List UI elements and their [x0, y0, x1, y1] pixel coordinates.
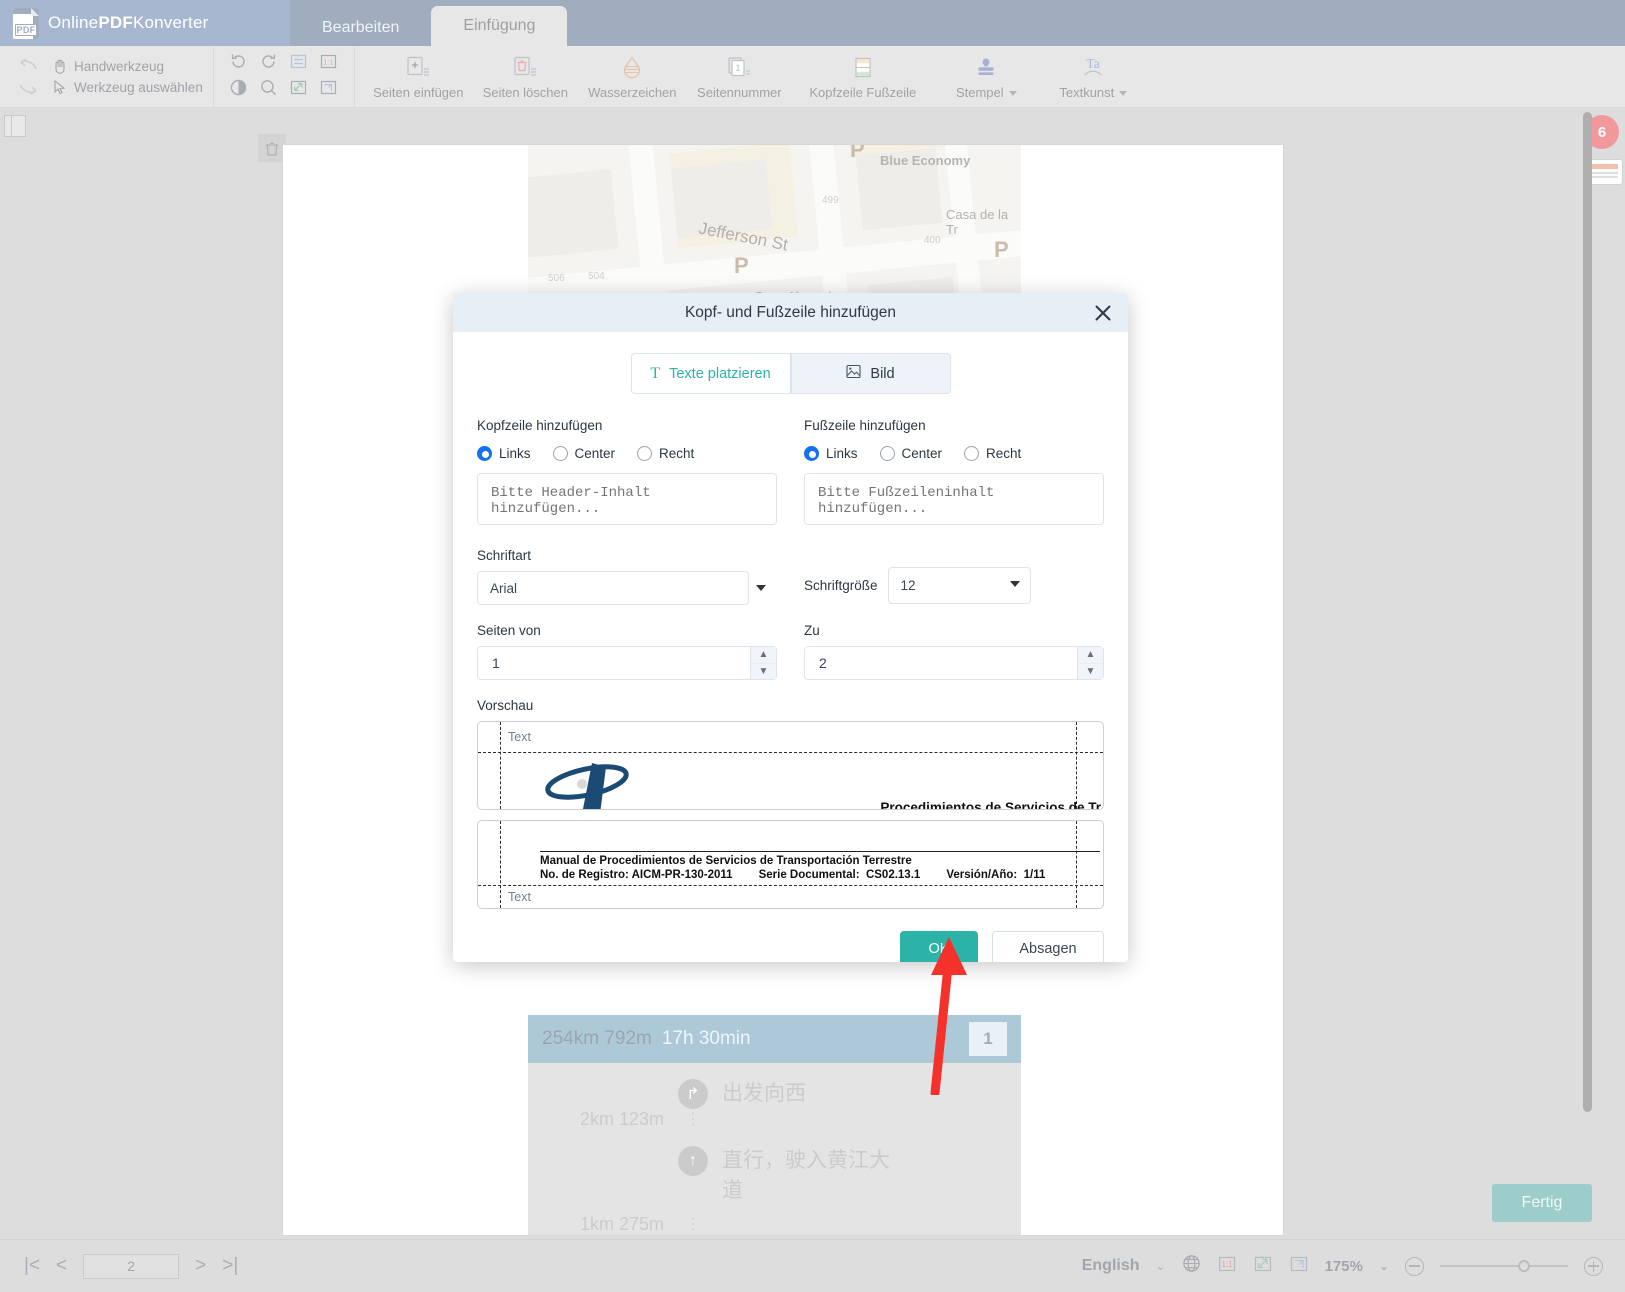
font-size-label: Schriftgröße	[804, 578, 878, 593]
radio-dot[interactable]	[964, 446, 980, 461]
page-range-row: Seiten von ▲▼ Zu ▲▼	[477, 623, 1104, 680]
pages-from-label: Seiten von	[477, 623, 541, 638]
dialog-body: T Texte platzieren Bild Kopfzeile hinzuf…	[453, 332, 1128, 909]
footer-content-input[interactable]	[804, 473, 1104, 525]
app-root: PDF OnlinePDFKonverter Bearbeiten Einfüg…	[0, 0, 1625, 1292]
dialog-actions: OK Absagen	[453, 909, 1128, 962]
radio-label: Recht	[986, 446, 1022, 461]
header-section-label: Kopfzeile hinzufügen	[477, 418, 603, 433]
preview-footer-placeholder: Text	[508, 890, 531, 904]
footer-align-links[interactable]: Links	[804, 446, 858, 461]
dialog-mode-tabs: T Texte platzieren Bild	[477, 353, 1104, 394]
radio-dot[interactable]	[477, 446, 492, 461]
image-icon	[846, 364, 861, 383]
font-family-label: Schriftart	[477, 548, 532, 563]
footer-align-center[interactable]: Center	[879, 446, 943, 461]
close-icon[interactable]	[1092, 302, 1114, 324]
header-section: Kopfzeile hinzufügen Links Center Recht	[477, 418, 777, 530]
pages-to-field: Zu ▲▼	[804, 623, 1104, 680]
stepper-down-icon[interactable]: ▼	[1077, 663, 1103, 679]
ok-button[interactable]: OK	[900, 931, 978, 962]
footer-section-label: Fußzeile hinzufügen	[804, 418, 926, 433]
radio-dot[interactable]	[552, 446, 568, 461]
header-alignment-group: Links Center Recht	[477, 446, 777, 461]
doc-logo: AICM Grupo Aeroportuario de la Ciudad de…	[530, 762, 780, 810]
radio-label: Links	[826, 446, 858, 461]
radio-dot[interactable]	[637, 446, 653, 461]
footer-section: Fußzeile hinzufügen Links Center Recht	[804, 418, 1104, 530]
header-align-links[interactable]: Links	[477, 446, 531, 461]
footer-align-recht[interactable]: Recht	[964, 446, 1021, 461]
stepper-up-icon[interactable]: ▲	[750, 647, 776, 664]
alignment-and-content-row: Kopfzeile hinzufügen Links Center Recht …	[477, 418, 1104, 530]
footer-alignment-group: Links Center Recht	[804, 446, 1104, 461]
doc-footer-line1: Manual de Procedimientos de Servicios de…	[540, 855, 912, 867]
font-family-selectwrap: Arial	[477, 571, 777, 605]
dialog-header: Kopf- und Fußzeile hinzufügen	[453, 293, 1128, 332]
tab-label: Texte platzieren	[669, 365, 771, 382]
header-align-center[interactable]: Center	[552, 446, 616, 461]
radio-dot[interactable]	[879, 446, 895, 461]
pages-to-label: Zu	[804, 623, 820, 638]
text-icon: T	[650, 364, 661, 382]
svg-text:AICM: AICM	[552, 803, 624, 810]
radio-label: Recht	[659, 446, 695, 461]
stepper-up-icon[interactable]: ▲	[1077, 647, 1103, 664]
doc-header-right-text: Procedimientos de Servicios de Tr	[880, 800, 1101, 810]
font-row: Schriftart Arial Schriftgröße 12	[477, 548, 1104, 605]
pages-from-stepper: ▲▼	[477, 646, 777, 680]
cancel-button[interactable]: Absagen	[992, 931, 1104, 962]
pages-to-stepper: ▲▼	[804, 646, 1104, 680]
radio-label: Center	[574, 446, 616, 461]
font-size-selectwrap: 12	[887, 567, 1031, 604]
pages-from-input[interactable]	[477, 646, 777, 680]
doc-footer-text: Manual de Procedimientos de Servicios de…	[540, 851, 1100, 881]
pages-from-field: Seiten von ▲▼	[477, 623, 777, 680]
font-size-field: Schriftgröße 12	[804, 567, 1104, 605]
dialog-title: Kopf- und Fußzeile hinzufügen	[684, 303, 897, 321]
font-size-select[interactable]: 12	[887, 567, 1031, 604]
stepper-down-icon[interactable]: ▼	[750, 663, 776, 679]
font-family-select[interactable]: Arial	[477, 571, 749, 605]
preview-label: Vorschau	[477, 698, 534, 713]
pages-to-input[interactable]	[804, 646, 1104, 680]
header-preview: Text AICM Grupo Aeroportuario de la Ciud…	[477, 721, 1104, 810]
tab-label: Bild	[870, 365, 895, 382]
header-content-input[interactable]	[477, 473, 777, 525]
preview-header-placeholder: Text	[508, 730, 531, 744]
tab-texte-platzieren[interactable]: T Texte platzieren	[630, 353, 791, 394]
header-footer-dialog: Kopf- und Fußzeile hinzufügen T Texte pl…	[453, 293, 1128, 962]
header-align-recht[interactable]: Recht	[637, 446, 694, 461]
radio-dot[interactable]	[804, 446, 819, 461]
tab-bild[interactable]: Bild	[790, 353, 951, 394]
footer-preview: Text Manual de Procedimientos de Servici…	[477, 820, 1104, 909]
radio-label: Center	[901, 446, 943, 461]
radio-label: Links	[499, 446, 531, 461]
font-family-field: Schriftart Arial	[477, 548, 777, 605]
doc-footer-line2: No. de Registro: AICM-PR-130-2011 Serie …	[540, 869, 1046, 881]
